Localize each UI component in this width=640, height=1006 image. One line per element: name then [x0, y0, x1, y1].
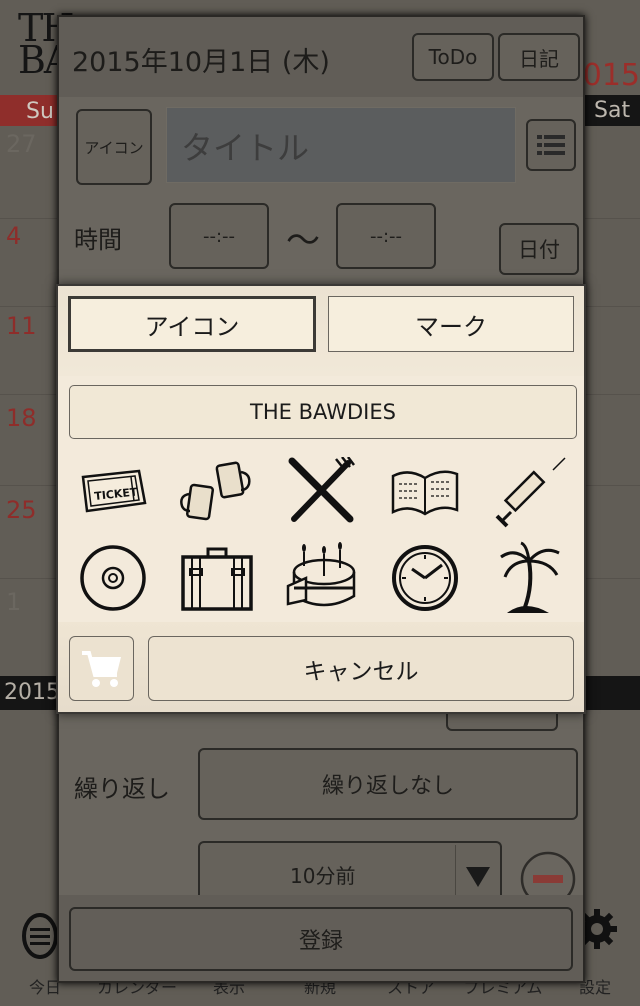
icon-option[interactable] — [491, 540, 571, 616]
weekday-saturday: Sat — [580, 95, 640, 126]
beer-mugs-icon — [180, 461, 251, 521]
diary-button[interactable]: 日記 — [498, 33, 580, 81]
icon-option[interactable] — [281, 540, 361, 616]
palm-tree-icon — [500, 541, 560, 613]
reminder-value: 10分前 — [290, 863, 356, 888]
date-button[interactable]: 日付 — [499, 223, 579, 275]
cart-icon — [82, 651, 121, 687]
end-time-button[interactable]: --:-- — [336, 203, 436, 269]
cake-icon — [286, 542, 356, 607]
time-label: 時間 — [74, 226, 122, 254]
icon-group-button[interactable]: THE BAWDIES — [69, 385, 577, 439]
book-icon — [391, 470, 459, 516]
icon-option[interactable] — [177, 540, 257, 616]
calendar-day[interactable]: 4 — [6, 222, 21, 250]
icon-option[interactable] — [491, 454, 571, 530]
time-separator: 〜 — [286, 221, 320, 261]
syringe-icon — [495, 457, 566, 528]
list-button[interactable] — [526, 119, 576, 171]
icon-option[interactable] — [385, 540, 465, 616]
todo-button[interactable]: ToDo — [412, 33, 494, 81]
suitcase-icon — [181, 547, 253, 611]
calendar-day[interactable]: 11 — [6, 312, 37, 340]
tab-mark[interactable]: マーク — [328, 296, 574, 352]
ticket-icon: TICKET — [81, 469, 147, 513]
clock-icon — [392, 545, 458, 611]
list-icon — [537, 135, 565, 155]
calendar-day[interactable]: 1 — [6, 588, 21, 616]
tab-icon[interactable]: アイコン — [68, 296, 316, 352]
icon-option[interactable] — [73, 540, 153, 616]
register-button[interactable]: 登録 — [69, 907, 573, 971]
icon-option[interactable] — [281, 454, 361, 530]
repeat-select[interactable]: 繰り返しなし — [198, 748, 578, 820]
knife-fork-icon — [288, 457, 355, 523]
repeat-label: 繰り返し — [74, 775, 170, 803]
icon-picker-dialog: アイコン マーク THE BAWDIES TICKET キャンセル — [56, 284, 586, 714]
store-cart-button[interactable] — [69, 636, 134, 701]
cd-icon — [80, 545, 146, 611]
today-icon[interactable] — [22, 913, 58, 959]
weekday-sunday: Su — [0, 95, 60, 126]
calendar-day[interactable]: 25 — [6, 496, 37, 524]
start-time-button[interactable]: --:-- — [169, 203, 269, 269]
month-band-label: 2015 — [4, 680, 60, 705]
icon-option[interactable]: TICKET — [73, 454, 153, 530]
icon-option[interactable] — [385, 454, 465, 530]
title-input[interactable]: タイトル — [166, 107, 516, 183]
icon-option[interactable] — [177, 454, 257, 530]
calendar-day[interactable]: 27 — [6, 130, 37, 158]
calendar-day[interactable]: 18 — [6, 404, 37, 432]
dropdown-arrow-icon — [466, 867, 490, 887]
icon-select-button[interactable]: アイコン — [76, 109, 152, 185]
cancel-button[interactable]: キャンセル — [148, 636, 574, 701]
event-date: 2015年10月1日 (木) — [72, 47, 330, 78]
